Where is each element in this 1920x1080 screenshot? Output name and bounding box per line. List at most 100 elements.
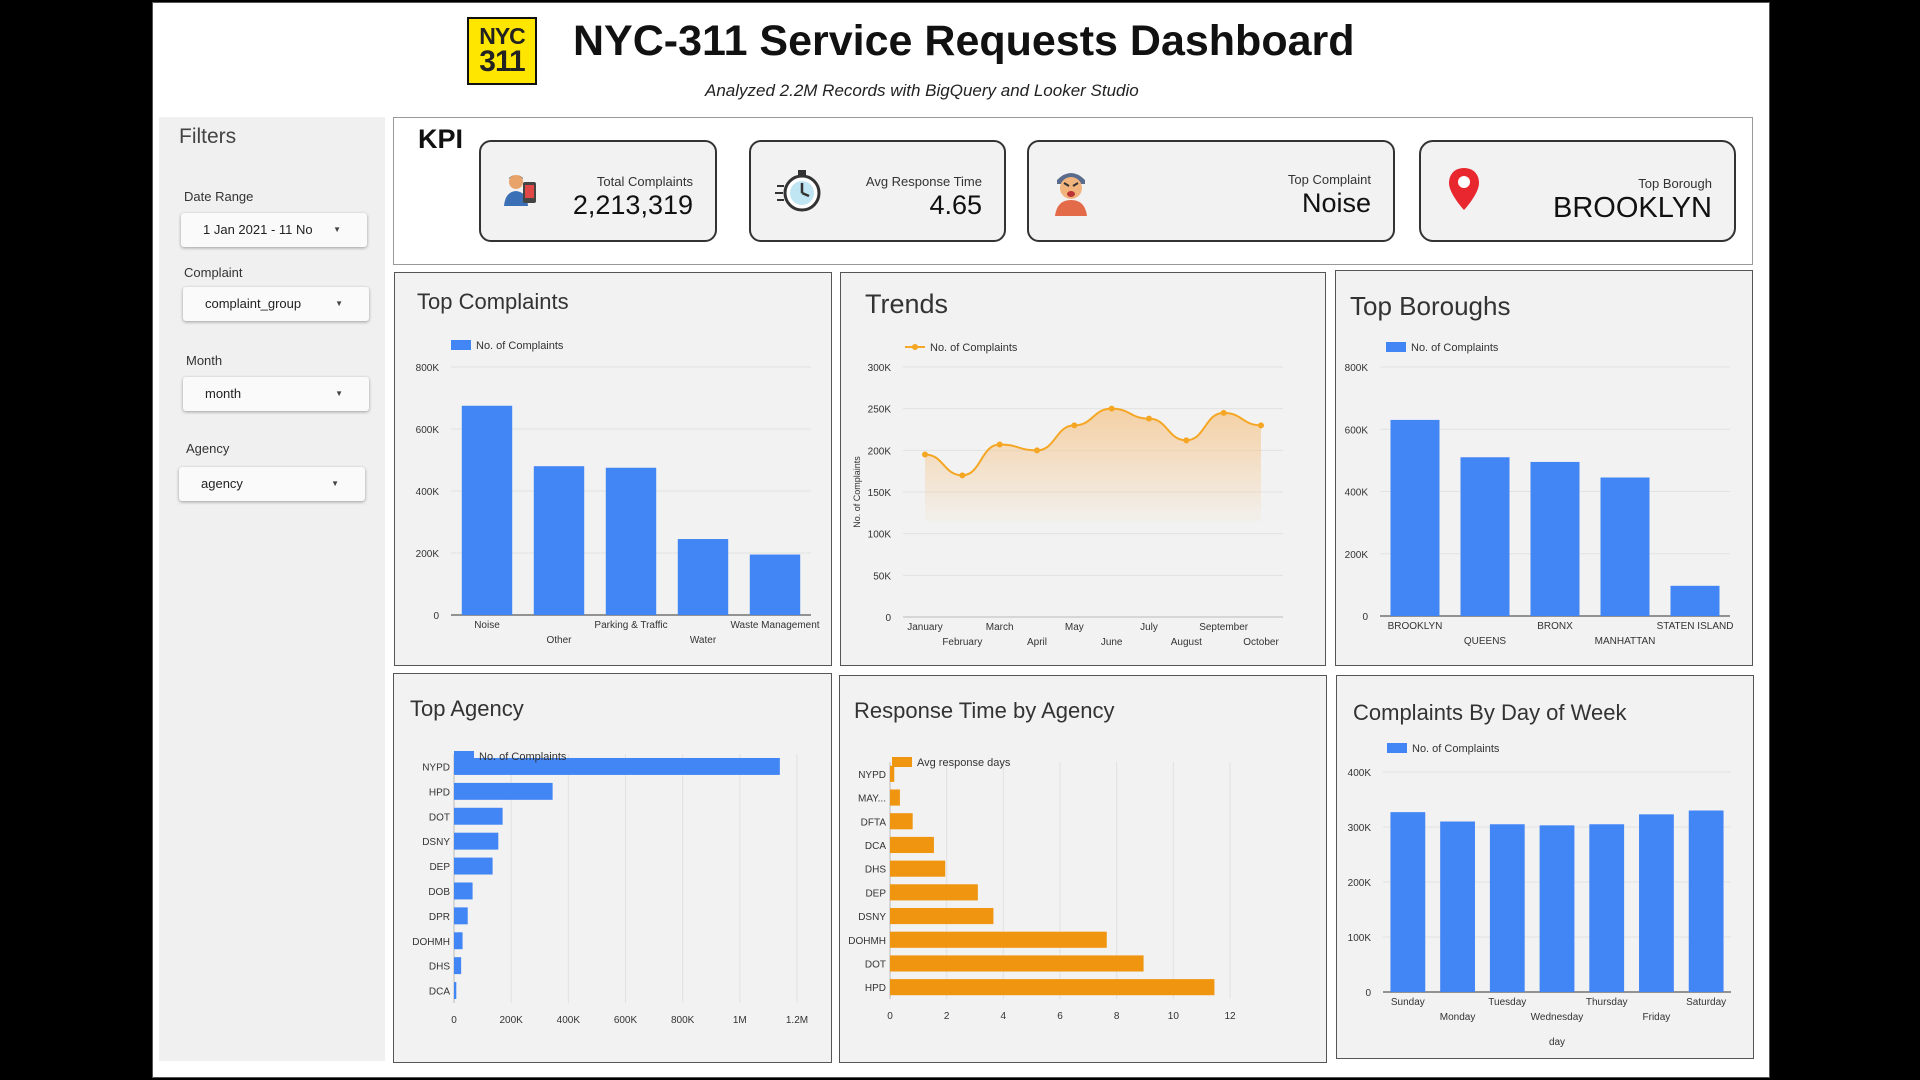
data-point: [1183, 437, 1190, 444]
x-tick-label: Waste Management: [730, 620, 819, 631]
y-tick-label: 250K: [868, 405, 892, 416]
y-tick-label: DOT: [865, 959, 886, 970]
x-tick-label: 1M: [733, 1015, 747, 1026]
month-dropdown[interactable]: month ▼: [183, 377, 369, 411]
bar: [1589, 824, 1625, 992]
x-tick-label: April: [1027, 637, 1047, 648]
legend-label: No. of Complaints: [1412, 743, 1500, 755]
x-tick-label: Tuesday: [1488, 997, 1526, 1008]
y-tick-label: HPD: [865, 983, 886, 994]
angry-person-icon: [1055, 173, 1087, 216]
complaint-dropdown[interactable]: complaint_group ▼: [183, 287, 369, 321]
bar: [1489, 824, 1525, 992]
x-tick-label: Sunday: [1391, 997, 1425, 1008]
bar: [1639, 814, 1674, 992]
bar: [1539, 825, 1575, 992]
x-tick-label: October: [1243, 637, 1279, 648]
y-tick-label: DCA: [865, 841, 886, 852]
x-tick-label: 0: [887, 1011, 893, 1022]
legend-swatch: [892, 757, 912, 767]
bar: [1670, 585, 1720, 616]
y-tick-label: DHS: [865, 865, 886, 876]
x-tick-label: Friday: [1643, 1012, 1671, 1023]
y-tick-label: 50K: [873, 571, 891, 582]
bar: [1600, 477, 1650, 616]
x-tick-label: 400K: [557, 1015, 581, 1026]
chevron-down-icon: ▼: [335, 389, 343, 398]
y-tick-label: DHS: [429, 962, 450, 973]
y-tick-label: DPR: [429, 912, 450, 923]
filters-title: Filters: [179, 125, 237, 148]
top-borough-value: BROOKLYN: [1552, 192, 1712, 224]
y-tick-label: 600K: [416, 425, 440, 436]
data-point: [1220, 409, 1227, 416]
y-tick-label: DOB: [428, 887, 450, 898]
legend-swatch: [1386, 342, 1406, 352]
dashboard-title: NYC-311 Service Requests Dashboard: [573, 17, 1355, 65]
x-tick-label: 8: [1114, 1011, 1120, 1022]
response-time-chart: 0 2 4 6 8 10 12 NYPD MAY... DFTA DCA DHS DEP DSNY DOHM…: [848, 757, 1236, 1022]
y-tick-label: NYPD: [858, 770, 886, 781]
month-value: month: [205, 386, 242, 401]
kpi-card-top-borough: Top Borough BROOKLYN: [1419, 140, 1736, 242]
bar: [454, 907, 468, 925]
x-tick-label: 2: [944, 1011, 950, 1022]
bar: [1688, 810, 1724, 992]
legend-label: No. of Complaints: [1411, 342, 1499, 354]
bar: [454, 857, 493, 875]
data-point: [1258, 422, 1264, 429]
y-tick-label: DOHMH: [848, 936, 886, 947]
y-tick-label: 600K: [1345, 425, 1369, 436]
y-tick-label: DSNY: [422, 837, 450, 848]
chevron-down-icon: ▼: [333, 225, 341, 234]
top-agency-panel: Top Agency 0 200K 400K 600K 800K 1M 1.2M NYPD HP…: [393, 673, 832, 1063]
y-tick-label: DSNY: [858, 912, 886, 923]
x-tick-label: MANHATTAN: [1595, 636, 1656, 647]
bar: [1390, 812, 1426, 992]
y-tick-label: DEP: [429, 862, 450, 873]
bar: [1440, 821, 1475, 992]
y-tick-label: 100K: [868, 530, 892, 541]
legend-label: No. of Complaints: [930, 342, 1018, 354]
y-tick-label: 0: [1365, 988, 1371, 999]
top-boroughs-panel: Top Boroughs 0 200K 400K 600K 800K BROOKLYN QU…: [1335, 270, 1753, 666]
bar: [890, 765, 895, 782]
legend-swatch: [1387, 743, 1407, 753]
x-tick-label: Wednesday: [1531, 1012, 1584, 1023]
bar: [605, 467, 657, 615]
legend-swatch-dot: [912, 344, 918, 350]
bar: [1530, 461, 1580, 616]
bar: [454, 882, 473, 900]
x-axis-label: day: [1549, 1037, 1565, 1048]
chevron-down-icon: ▼: [335, 299, 343, 308]
y-tick-label: NYPD: [422, 762, 450, 773]
y-tick-label: 400K: [1345, 488, 1369, 499]
x-tick-label: Other: [546, 635, 572, 646]
x-tick-label: QUEENS: [1464, 636, 1507, 647]
kpi-card-total-complaints: Total Complaints 2,213,319: [479, 140, 717, 242]
x-tick-label: January: [907, 622, 943, 633]
stopwatch-icon: [775, 170, 821, 212]
chevron-down-icon: ▼: [331, 479, 339, 488]
y-tick-label: 800K: [1345, 363, 1369, 374]
x-tick-label: Saturday: [1686, 997, 1726, 1008]
bar: [890, 813, 913, 830]
y-tick-label: DFTA: [861, 817, 887, 828]
total-complaints-label: Total Complaints: [596, 174, 693, 189]
y-tick-label: 300K: [868, 363, 892, 374]
x-tick-label: 10: [1168, 1011, 1180, 1022]
date-range-value: 1 Jan 2021 - 11 No: [203, 222, 313, 237]
agency-dropdown[interactable]: agency ▼: [179, 467, 365, 501]
top-agency-chart: 0 200K 400K 600K 800K 1M 1.2M NYPD HPD DOT DSNY DEP…: [412, 751, 808, 1026]
person-phone-icon: [504, 175, 536, 206]
day-of-week-chart: 0 100K 200K 300K 400K Sunday Monday Tuesday Wedn…: [1348, 743, 1731, 1048]
data-point: [996, 441, 1003, 448]
x-tick-label: 4: [1001, 1011, 1007, 1022]
bar: [890, 955, 1144, 972]
bar: [1460, 457, 1510, 616]
y-tick-label: 300K: [1348, 823, 1372, 834]
bar: [454, 807, 503, 825]
legend-label: Avg response days: [917, 757, 1011, 769]
date-range-dropdown[interactable]: 1 Jan 2021 - 11 No ▼: [181, 213, 367, 247]
y-axis-label: No. of Complaints: [852, 456, 862, 528]
